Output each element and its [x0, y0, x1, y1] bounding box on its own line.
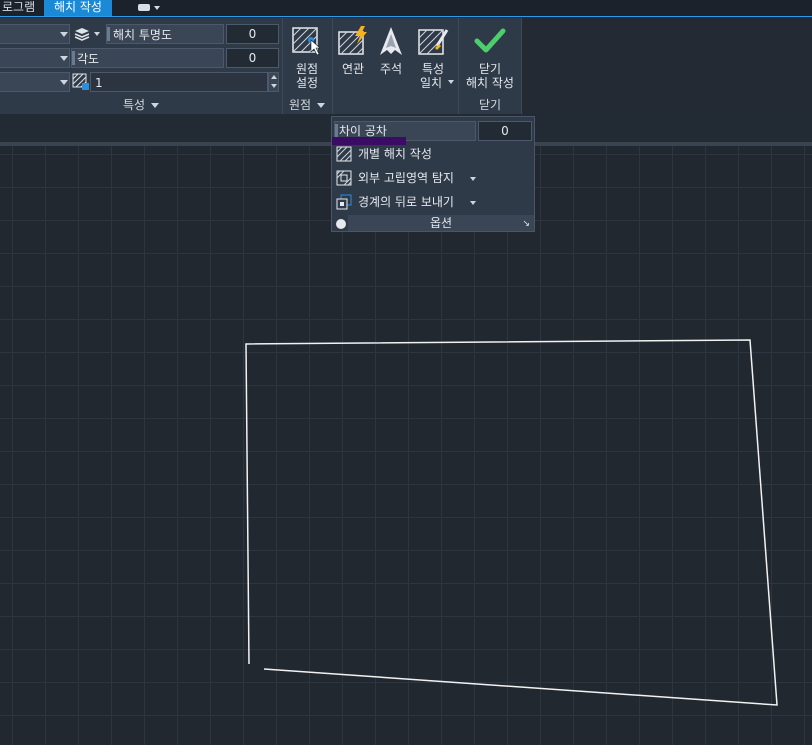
properties-panel-title[interactable]: 특성	[0, 96, 282, 114]
panel-divider	[458, 18, 459, 114]
chevron-down-icon	[317, 103, 326, 108]
match-properties-label-2: 일치	[419, 76, 443, 90]
transparency-value[interactable]: 0	[226, 24, 279, 44]
chevron-down-icon	[60, 80, 68, 85]
annotative-icon	[376, 26, 406, 56]
origin-panel-label: 원점	[288, 98, 312, 112]
chevron-down-icon	[60, 32, 68, 37]
draw-order-option[interactable]: 경계의 뒤로 보내기	[332, 191, 532, 213]
panel-divider	[521, 18, 522, 114]
hatch-angle-field[interactable]: 각도	[71, 48, 224, 68]
panel-divider	[332, 18, 333, 114]
chevron-down-icon	[154, 6, 160, 10]
chevron-down-icon	[151, 103, 160, 108]
slider-marker	[72, 51, 75, 65]
hatch-transparency-field[interactable]: 해치 투명도	[106, 24, 224, 44]
chevron-down-icon[interactable]	[470, 201, 476, 205]
island-detection-icon	[336, 170, 352, 186]
drawing-canvas[interactable]	[0, 146, 812, 745]
island-detection-label: 외부 고립영역 탐지	[358, 171, 454, 185]
set-origin-label-1: 원점	[295, 62, 319, 76]
pin-icon[interactable]	[336, 219, 346, 229]
close-hatch-creation-button[interactable]: 닫기 해치 작성	[460, 22, 520, 92]
separate-hatches-option[interactable]: 개별 해치 작성	[332, 143, 532, 165]
angle-label: 각도	[77, 52, 100, 66]
slider-marker	[335, 124, 338, 138]
associative-hatch-icon	[337, 26, 369, 56]
properties-panel-label: 특성	[122, 98, 146, 112]
match-properties-button[interactable]: 특성 일치	[412, 22, 454, 92]
scale-value: 1	[95, 76, 103, 90]
set-origin-button[interactable]: 원점 설정	[284, 22, 330, 92]
send-behind-label: 경계의 뒤로 보내기	[358, 195, 454, 209]
match-properties-icon	[417, 26, 449, 56]
origin-panel-title[interactable]: 원점	[282, 96, 332, 114]
ribbon-tab-bar: 로그램 해치 작성	[0, 0, 812, 17]
separate-hatches-label: 개별 해치 작성	[358, 147, 432, 161]
options-panel-label: 옵션	[429, 216, 453, 230]
boundary-polyline[interactable]	[0, 146, 812, 745]
island-detection-option[interactable]: 외부 고립영역 탐지	[332, 167, 532, 189]
tab-overflow-button[interactable]	[132, 0, 164, 16]
close-label-2: 해치 작성	[466, 76, 514, 90]
spinner-down-icon[interactable]	[271, 84, 277, 88]
tab-program[interactable]: 로그램	[0, 0, 41, 16]
check-icon	[474, 26, 506, 56]
ribbon-empty-area	[522, 18, 812, 114]
close-panel-title: 닫기	[478, 98, 502, 112]
tab-hatch-create[interactable]: 해치 작성	[44, 0, 112, 16]
annotative-button[interactable]: 주석	[374, 22, 408, 82]
annotative-label: 주석	[379, 62, 403, 76]
gap-tolerance-value[interactable]: 0	[478, 121, 532, 141]
options-expanded-panel: 차이 공차 0 개별 해치 작성 외부 고립영역 탐지 경계의 뒤로 보내기 옵…	[331, 116, 535, 232]
slider-marker	[107, 27, 110, 41]
match-properties-label-1: 특성	[421, 62, 445, 76]
set-origin-icon	[291, 26, 321, 56]
transparency-label: 해치 투명도	[113, 28, 173, 42]
close-label-1: 닫기	[478, 62, 502, 76]
separate-hatches-icon	[336, 146, 352, 162]
angle-value[interactable]: 0	[226, 48, 279, 68]
options-panel-title[interactable]: 옵션 ↘	[348, 215, 534, 231]
send-behind-icon	[336, 194, 352, 210]
hatch-scale-icon	[72, 73, 90, 91]
workspace-icon	[138, 4, 150, 11]
associative-label: 연관	[341, 62, 365, 76]
set-origin-label-2: 설정	[295, 76, 319, 90]
dialog-launcher-icon[interactable]: ↘	[522, 216, 530, 232]
chevron-down-icon[interactable]	[470, 177, 476, 181]
chevron-down-icon	[60, 56, 68, 61]
hatch-scale-field[interactable]: 1	[90, 72, 268, 92]
spinner-up-icon[interactable]	[271, 75, 277, 79]
scale-spinner[interactable]	[268, 72, 279, 92]
chevron-down-icon[interactable]	[448, 80, 454, 84]
layer-stack-icon[interactable]	[73, 26, 91, 42]
associative-button[interactable]: 연관	[334, 22, 372, 82]
chevron-down-icon[interactable]	[94, 32, 100, 36]
